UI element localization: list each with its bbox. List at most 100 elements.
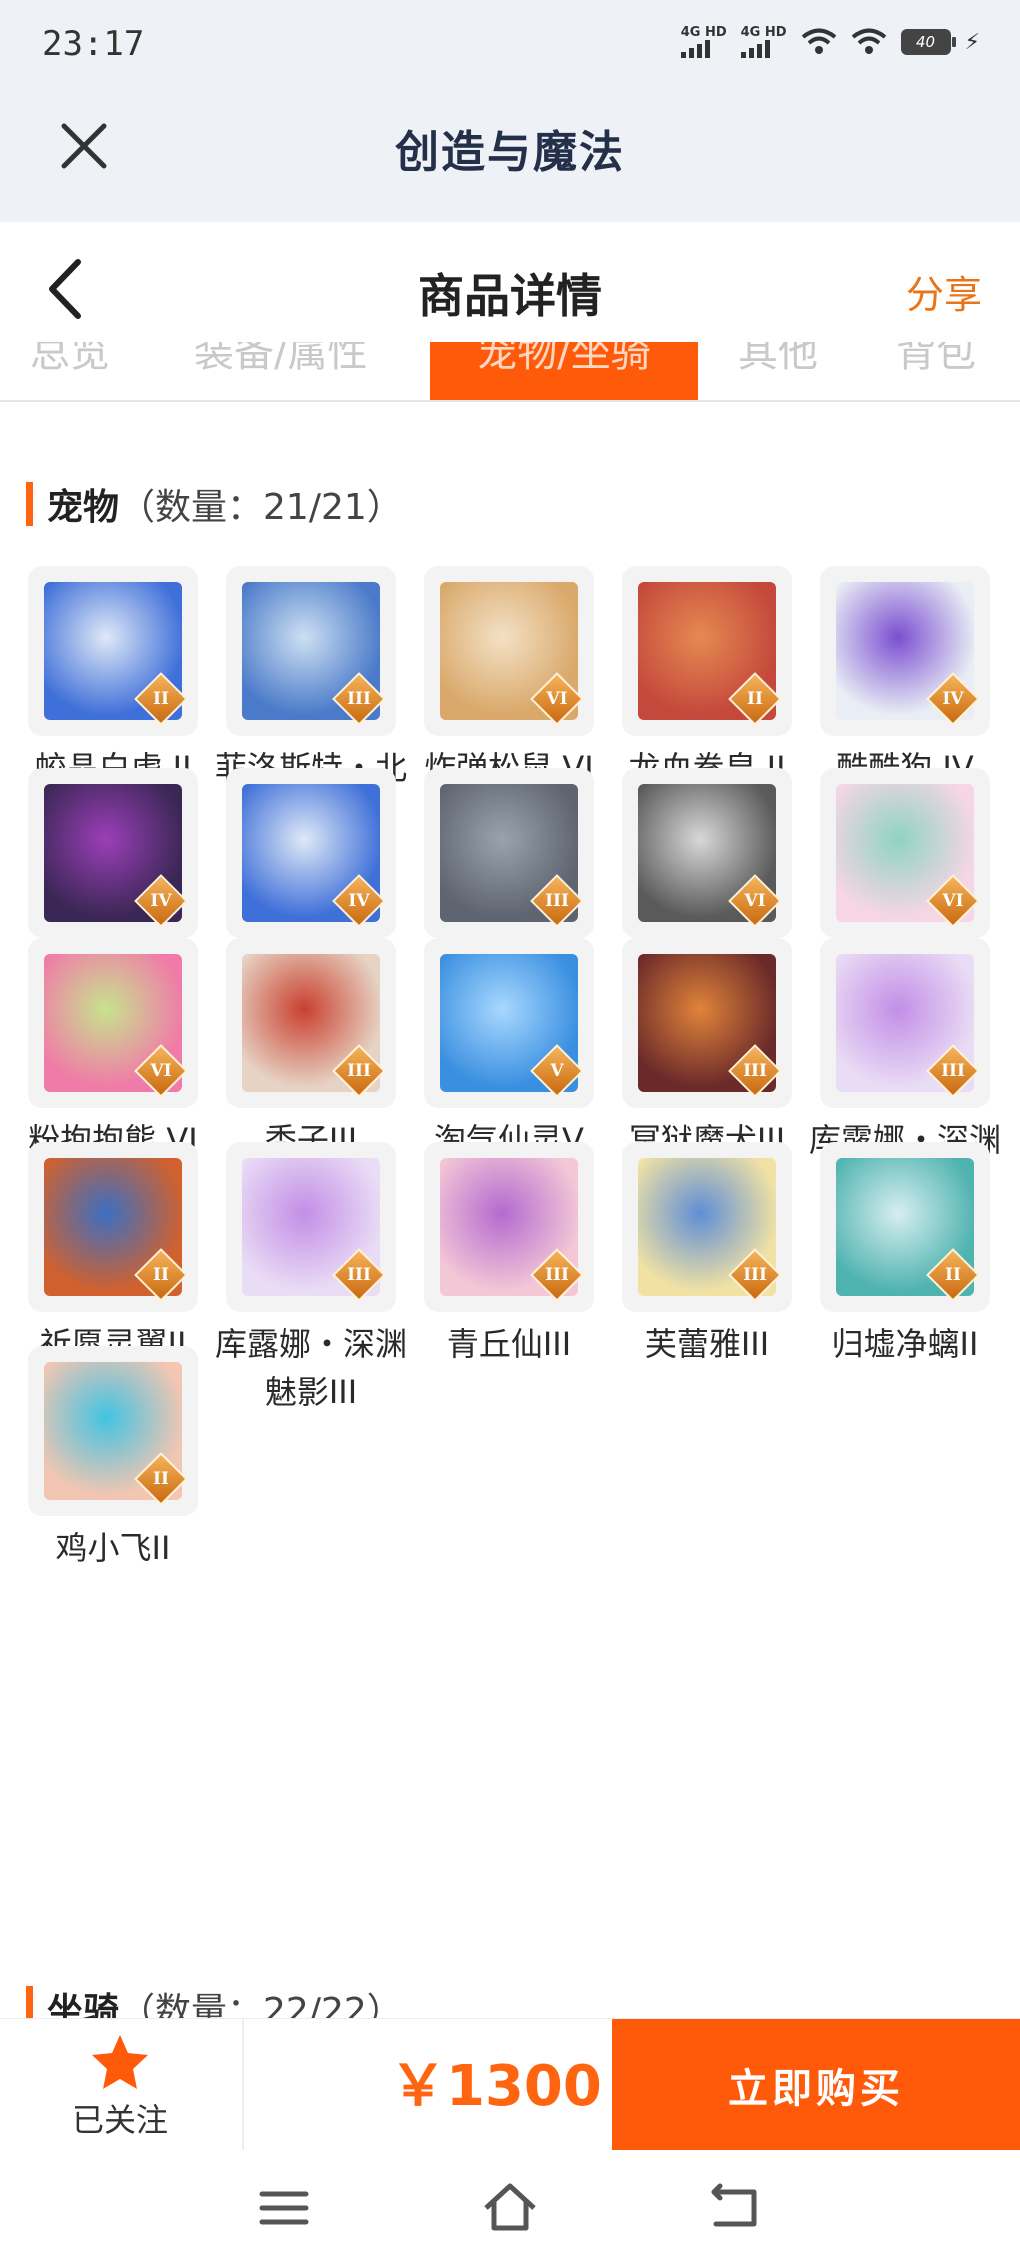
- pets-section-header: 宠物 （数量：21/21）: [26, 478, 403, 530]
- pet-card[interactable]: II 归墟净螭II: [807, 1142, 1003, 1368]
- share-button[interactable]: 分享: [906, 264, 982, 319]
- pet-thumbnail: VI: [820, 768, 990, 938]
- tab-pets-mounts[interactable]: 宠物/坐骑: [430, 342, 698, 400]
- home-icon[interactable]: [480, 2178, 540, 2238]
- tier-label: II: [153, 689, 169, 709]
- pet-card[interactable]: VI 粉抱抱熊 VI: [15, 938, 211, 1164]
- pet-card[interactable]: II 鸡小飞II: [15, 1346, 211, 1572]
- pet-name: 库露娜・深渊魅影III: [215, 1325, 408, 1411]
- pet-thumbnail: IV: [226, 768, 396, 938]
- pet-card[interactable]: VI炸弹松鼠 VI: [411, 566, 607, 792]
- battery-icon: 40: [900, 29, 956, 55]
- pet-thumbnail: II: [622, 566, 792, 736]
- pet-thumbnail: II: [28, 1346, 198, 1516]
- back-icon[interactable]: [706, 2178, 766, 2238]
- tier-label: III: [347, 689, 371, 709]
- tab-other[interactable]: 其他: [738, 342, 818, 378]
- follow-label: 已关注: [71, 2101, 168, 2139]
- tab-overview[interactable]: 总览: [30, 342, 110, 378]
- pet-thumbnail: II: [820, 1142, 990, 1312]
- section-count: （数量：21/21）: [119, 487, 403, 528]
- tier-badge-icon: II: [134, 672, 188, 726]
- pet-thumbnail: II: [28, 566, 198, 736]
- battery-level: 40: [916, 33, 936, 51]
- pet-card[interactable]: II龙血拳皇 II: [609, 566, 805, 792]
- pet-thumbnail: III: [622, 938, 792, 1108]
- tier-badge-icon: V: [530, 1044, 584, 1098]
- tier-badge-icon: VI: [728, 874, 782, 928]
- pet-thumbnail: IV: [28, 768, 198, 938]
- tier-label: III: [743, 1265, 767, 1285]
- tier-badge-icon: III: [530, 874, 584, 928]
- app-top-band: 23:17 4G HD 4G HD 40 ⚡ 创造与魔法: [0, 0, 1020, 222]
- section-title: 宠物: [47, 487, 120, 528]
- tab-bag[interactable]: 背包: [896, 342, 976, 378]
- tier-badge-icon: III: [332, 1248, 386, 1302]
- signal-icon: 4G HD: [680, 25, 727, 58]
- tier-label: III: [941, 1061, 965, 1081]
- section-accent-bar: [26, 482, 33, 526]
- tier-badge-icon: II: [926, 1248, 980, 1302]
- tier-badge-icon: III: [332, 672, 386, 726]
- pet-card[interactable]: III 库露娜・深渊魅影III: [213, 1142, 409, 1416]
- pet-name: 青丘仙III: [446, 1325, 572, 1363]
- pet-card[interactable]: III 青丘仙III: [411, 1142, 607, 1368]
- pet-thumbnail: V: [424, 938, 594, 1108]
- tier-badge-icon: II: [134, 1452, 188, 1506]
- tier-label: VI: [942, 891, 964, 911]
- pet-thumbnail: III: [622, 1142, 792, 1312]
- buy-now-button[interactable]: 立即购买: [612, 2019, 1020, 2151]
- pet-thumbnail: III: [226, 566, 396, 736]
- wifi-icon: [801, 28, 836, 54]
- pet-name: 芙蕾雅III: [644, 1325, 770, 1363]
- tier-badge-icon: III: [728, 1248, 782, 1302]
- tab-bar: 总览 装备/属性 宠物/坐骑 其他 背包: [0, 342, 1020, 402]
- tier-label: IV: [348, 891, 370, 911]
- tier-label: II: [747, 689, 763, 709]
- tier-label: III: [545, 891, 569, 911]
- charging-icon: ⚡: [964, 29, 980, 55]
- pet-thumbnail: VI: [622, 768, 792, 938]
- wifi-icon: [851, 28, 886, 54]
- pet-thumbnail: III: [424, 768, 594, 938]
- tier-label: VI: [744, 891, 766, 911]
- pet-card[interactable]: V 淘气仙灵V: [411, 938, 607, 1164]
- tier-label: IV: [942, 689, 964, 709]
- pet-name: 归墟净螭II: [831, 1325, 979, 1363]
- tier-badge-icon: III: [728, 1044, 782, 1098]
- tier-badge-icon: IV: [332, 874, 386, 928]
- menu-icon[interactable]: [254, 2178, 314, 2238]
- star-icon: [92, 2035, 148, 2089]
- pet-thumbnail: VI: [28, 938, 198, 1108]
- pet-thumbnail: III: [226, 1142, 396, 1312]
- pet-thumbnail: II: [28, 1142, 198, 1312]
- status-time: 23:17: [42, 24, 145, 64]
- tier-badge-icon: IV: [926, 672, 980, 726]
- tab-equipment[interactable]: 装备/属性: [194, 342, 367, 378]
- pet-card[interactable]: III 冥狱魔犬III: [609, 938, 805, 1164]
- tier-badge-icon: VI: [926, 874, 980, 928]
- follow-button[interactable]: 已关注: [30, 2033, 210, 2141]
- pet-card[interactable]: II 祈愿灵翼II: [15, 1142, 211, 1368]
- pet-card[interactable]: II蛟晶白虎 II: [15, 566, 211, 792]
- tier-badge-icon: IV: [134, 874, 188, 928]
- tier-label: VI: [546, 689, 568, 709]
- pet-card[interactable]: III 芙蕾雅III: [609, 1142, 805, 1368]
- tier-badge-icon: III: [530, 1248, 584, 1302]
- tier-badge-icon: VI: [134, 1044, 188, 1098]
- network-label: 4G HD: [680, 25, 727, 40]
- divider: [242, 2019, 244, 2151]
- price: ￥1300: [390, 2054, 602, 2119]
- tier-label: III: [347, 1061, 371, 1081]
- pet-card[interactable]: IV酷酷狗 IV: [807, 566, 1003, 792]
- page-header: 商品详情 分享: [0, 222, 1020, 358]
- pet-thumbnail: III: [820, 938, 990, 1108]
- pet-thumbnail: IV: [820, 566, 990, 736]
- pet-card[interactable]: III 秃子III: [213, 938, 409, 1164]
- system-nav-bar: [0, 2150, 1020, 2267]
- pet-name: 鸡小飞II: [55, 1529, 171, 1567]
- network-label: 4G HD: [740, 25, 787, 40]
- tier-label: III: [743, 1061, 767, 1081]
- tier-badge-icon: VI: [530, 672, 584, 726]
- tier-label: III: [545, 1265, 569, 1285]
